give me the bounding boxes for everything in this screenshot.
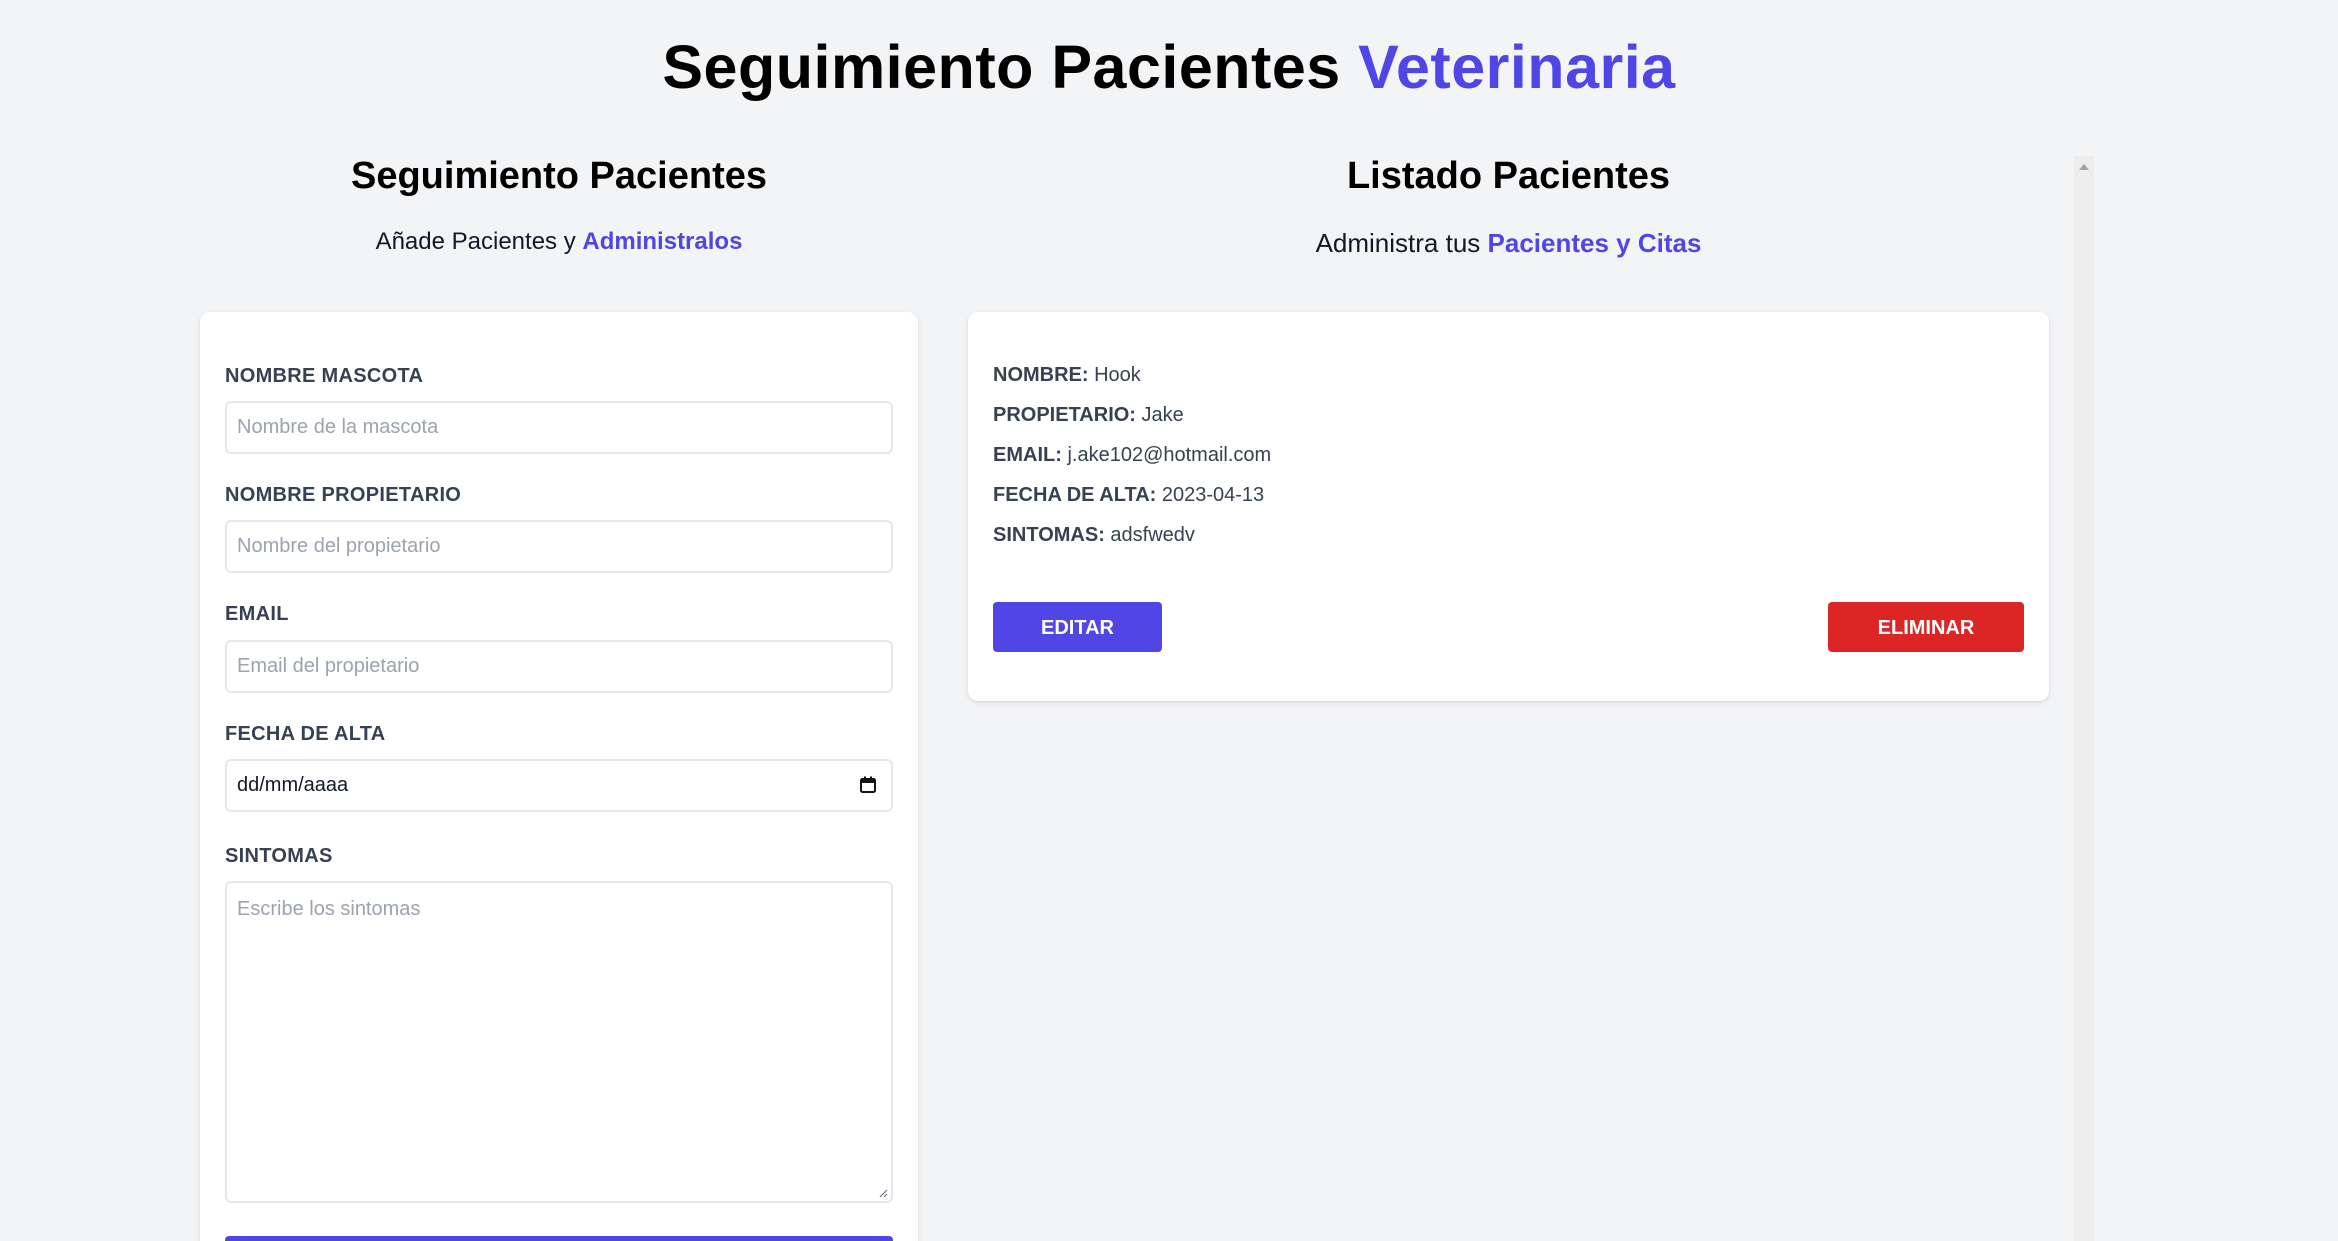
- symptoms-textarea[interactable]: Escribe los sintomas: [225, 881, 893, 1203]
- patient-date-label: FECHA DE ALTA:: [993, 484, 1157, 506]
- form-section-subtitle: Añade Pacientes y Administralos: [200, 228, 918, 256]
- date-input[interactable]: dd/mm/aaaa: [225, 759, 893, 812]
- owner-name-placeholder: Nombre del propietario: [237, 535, 441, 557]
- list-subtitle-prefix: Administra tus: [1315, 228, 1481, 258]
- scroll-up-arrow-icon[interactable]: [2079, 164, 2089, 170]
- symptoms-label: SINTOMAS: [225, 845, 333, 867]
- patient-name-value: Hook: [1094, 364, 1141, 386]
- date-input-value: dd/mm/aaaa: [237, 774, 349, 796]
- patient-owner-value: Jake: [1141, 404, 1184, 426]
- page-title-main: Seguimiento Pacientes: [662, 33, 1341, 101]
- pet-name-input[interactable]: Nombre de la mascota: [225, 401, 893, 454]
- calendar-icon[interactable]: [860, 776, 876, 793]
- patient-email-label: EMAIL:: [993, 444, 1062, 466]
- patient-symptoms-value: adsfwedv: [1110, 524, 1195, 546]
- date-label: FECHA DE ALTA: [225, 723, 386, 745]
- email-input[interactable]: Email del propietario: [225, 640, 893, 693]
- patient-form: NOMBRE MASCOTA Nombre de la mascota NOMB…: [200, 312, 918, 1241]
- patient-name-row: NOMBRE: Hook: [993, 364, 1141, 387]
- patient-symptoms-label: SINTOMAS:: [993, 524, 1105, 546]
- patient-owner-row: PROPIETARIO: Jake: [993, 404, 1184, 427]
- scrollbar[interactable]: [2074, 156, 2094, 1241]
- patient-email-value: j.ake102@hotmail.com: [1067, 444, 1272, 466]
- patient-email-row: EMAIL: j.ake102@hotmail.com: [993, 444, 1271, 467]
- edit-button[interactable]: EDITAR: [993, 602, 1162, 652]
- list-section-title: Listado Pacientes: [1346, 155, 1671, 197]
- owner-name-label: NOMBRE PROPIETARIO: [225, 484, 462, 506]
- email-placeholder: Email del propietario: [237, 655, 420, 677]
- form-subtitle-accent: Administralos: [582, 228, 743, 255]
- submit-button[interactable]: [225, 1236, 893, 1241]
- list-subtitle-accent: Pacientes y Citas: [1487, 228, 1702, 258]
- patient-symptoms-row: SINTOMAS: adsfwedv: [993, 524, 1195, 547]
- page-title: Seguimiento Pacientes Veterinaria: [0, 32, 2338, 102]
- patient-date-row: FECHA DE ALTA: 2023-04-13: [993, 484, 1264, 507]
- delete-button[interactable]: ELIMINAR: [1828, 602, 2024, 652]
- email-label: EMAIL: [225, 603, 289, 625]
- list-section-subtitle: Administra tus Pacientes y Citas: [968, 228, 2049, 259]
- form-subtitle-prefix: Añade Pacientes y: [375, 228, 576, 255]
- patient-owner-label: PROPIETARIO:: [993, 404, 1136, 426]
- resize-handle-icon[interactable]: [878, 1188, 888, 1198]
- owner-name-input[interactable]: Nombre del propietario: [225, 520, 893, 573]
- patient-name-label: NOMBRE:: [993, 364, 1089, 386]
- symptoms-placeholder: Escribe los sintomas: [237, 898, 421, 920]
- page-title-accent: Veterinaria: [1358, 33, 1676, 101]
- pet-name-label: NOMBRE MASCOTA: [225, 365, 424, 387]
- patient-date-value: 2023-04-13: [1161, 484, 1265, 506]
- pet-name-placeholder: Nombre de la mascota: [237, 416, 439, 438]
- page: Seguimiento Pacientes Veterinaria Seguim…: [0, 0, 2338, 1241]
- form-section-title: Seguimiento Pacientes: [350, 155, 767, 197]
